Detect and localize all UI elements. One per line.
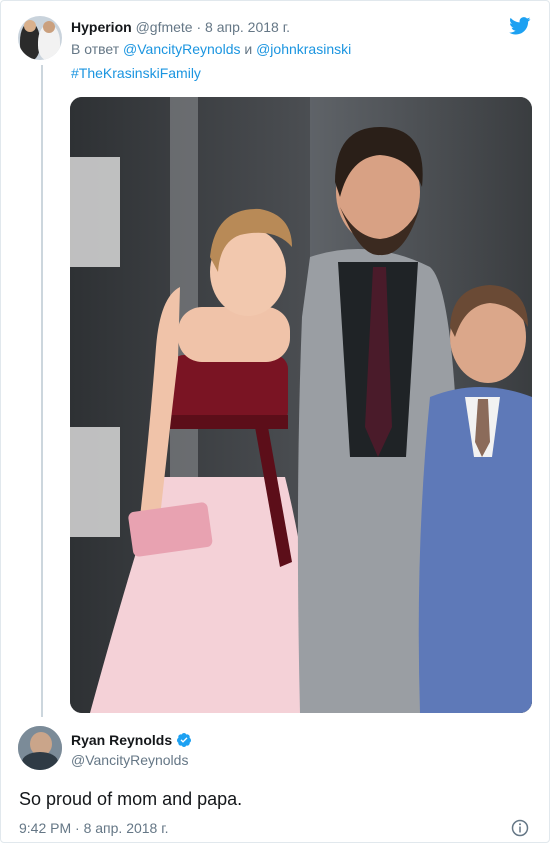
info-icon[interactable] (511, 819, 529, 837)
header-separator: · (196, 19, 202, 35)
tweet-text: So proud of mom and papa. (19, 789, 243, 809)
reply-author-name[interactable]: Hyperion (71, 19, 132, 35)
mention-vancityreynolds[interactable]: @VancityReynolds (123, 41, 240, 57)
reply-context: В ответ @VancityReynolds и @johnkrasinsk… (71, 41, 351, 57)
main-author-name[interactable]: Ryan Reynolds (71, 732, 172, 748)
tweet-embed-card: Hyperion @gfmete · 8 апр. 2018 г. В отве… (0, 0, 550, 843)
tweet-photo[interactable] (70, 97, 532, 713)
reply-and: и (244, 41, 253, 57)
mention-johnkrasinski[interactable]: @johnkrasinski (256, 41, 351, 57)
tweet-timestamp[interactable]: 9:42 PM · 8 апр. 2018 г. (19, 820, 169, 836)
reply-tweet-header: Hyperion @gfmete · 8 апр. 2018 г. (71, 18, 290, 36)
photo-illustration (70, 97, 532, 713)
main-author-name-row[interactable]: Ryan Reynolds (71, 732, 192, 748)
main-author-handle[interactable]: @VancityReynolds (71, 752, 188, 768)
hashtag-link[interactable]: #TheKrasinskiFamily (71, 65, 201, 81)
twitter-bird-icon[interactable] (509, 17, 531, 35)
reply-date[interactable]: 8 апр. 2018 г. (205, 19, 290, 35)
reply-prefix: В ответ (71, 41, 120, 57)
verified-badge-icon (177, 733, 192, 747)
avatar-ryan-reynolds[interactable] (18, 726, 62, 770)
reply-author-handle[interactable]: @gfmete (136, 19, 193, 35)
avatar-hyperion[interactable] (18, 16, 62, 60)
thread-connector-line (41, 65, 43, 717)
